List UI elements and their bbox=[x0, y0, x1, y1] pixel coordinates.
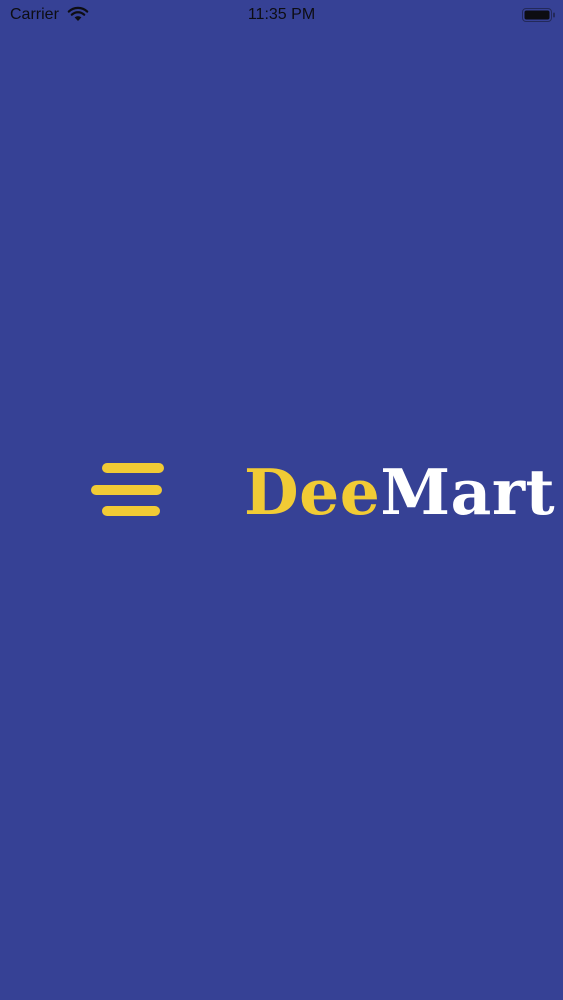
status-bar: Carrier 11:35 PM bbox=[0, 0, 563, 30]
speed-lines-icon bbox=[91, 463, 164, 516]
deemart-logo: DeeMart bbox=[90, 454, 555, 530]
logo-dee-text: Dee bbox=[244, 455, 381, 529]
logo-wordmark: DeeMart bbox=[244, 454, 555, 530]
battery-icon bbox=[522, 8, 555, 22]
status-time: 11:35 PM bbox=[247, 6, 316, 23]
splash-screen: DeeMart bbox=[0, 0, 563, 1000]
logo-mart-text: Mart bbox=[380, 455, 556, 529]
